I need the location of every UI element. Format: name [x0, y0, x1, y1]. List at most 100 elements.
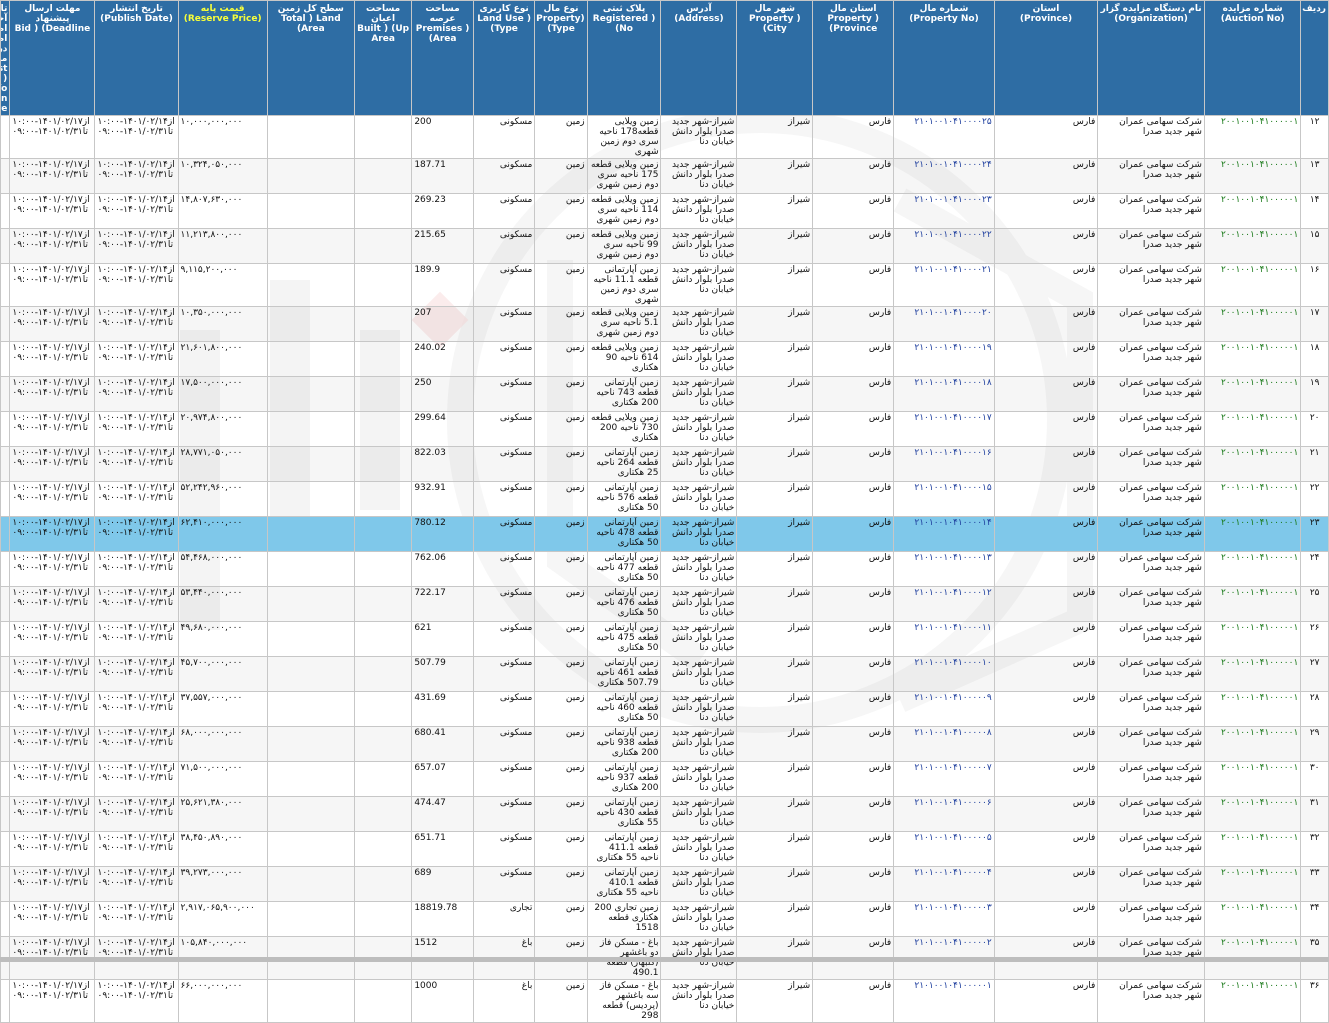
cell-property-no[interactable]: ۲۱۰۱۰۰۱۰۴۱۰۰۰۰۱۴ — [893, 516, 995, 552]
column-header-premises-area[interactable]: مساحت عرصه Premises ) (Area — [411, 0, 474, 116]
column-header-property-province[interactable]: استان مال Property ) (Province — [812, 0, 895, 116]
cell-property-no[interactable]: ۲۱۰۱۰۰۱۰۴۱۰۰۰۰۱۵ — [893, 481, 995, 517]
cell-auction-no[interactable]: ۲۰۰۱۰۰۱۰۴۱۰۰۰۰۰۱ — [1203, 551, 1302, 587]
table-row[interactable]: ۲۶ ۲۰۰۱۰۰۱۰۴۱۰۰۰۰۰۱ شرکت سهامی عمران شهر ج… — [0, 621, 1329, 657]
cell-auction-no[interactable]: ۲۰۰۱۰۰۱۰۴۱۰۰۰۰۰۱ — [1203, 586, 1302, 622]
column-header-province[interactable]: استان (Province) — [993, 0, 1099, 116]
table-row[interactable]: ۱۸ ۲۰۰۱۰۰۱۰۴۱۰۰۰۰۰۱ شرکت سهامی عمران شهر ج… — [0, 341, 1329, 377]
cell-property-no[interactable]: ۲۱۰۱۰۰۱۰۴۱۰۰۰۰۲۰ — [893, 306, 995, 342]
table-row[interactable]: ۱۲ ۲۰۰۱۰۰۱۰۴۱۰۰۰۰۰۱ شرکت سهامی عمران شهر ج… — [0, 115, 1329, 159]
cell-auction-no[interactable]: ۲۰۰۱۰۰۱۰۴۱۰۰۰۰۰۱ — [1203, 263, 1302, 307]
cell-property-no[interactable]: ۲۱۰۱۰۰۱۰۴۱۰۰۰۰۱۸ — [893, 376, 995, 412]
table-row[interactable]: ۲۳ ۲۰۰۱۰۰۱۰۴۱۰۰۰۰۰۱ شرکت سهامی عمران شهر ج… — [0, 516, 1329, 552]
cell-auction-no[interactable]: ۲۰۰۱۰۰۱۰۴۱۰۰۰۰۰۱ — [1203, 726, 1302, 762]
cell-province: فارس — [993, 796, 1099, 832]
cell-property-no[interactable]: ۲۱۰۱۰۰۱۰۴۱۰۰۰۰۰۳ — [893, 901, 995, 937]
table-row[interactable]: ۳۶ ۲۰۰۱۰۰۱۰۴۱۰۰۰۰۰۱ شرکت سهامی عمران شهر ج… — [0, 979, 1329, 1023]
cell-auction-no[interactable]: ۲۰۰۱۰۰۱۰۴۱۰۰۰۰۰۱ — [1203, 228, 1302, 264]
cell-property-no[interactable]: ۲۱۰۱۰۰۱۰۴۱۰۰۰۰۲۲ — [893, 228, 995, 264]
cell-auction-no[interactable]: ۲۰۰۱۰۰۱۰۴۱۰۰۰۰۰۱ — [1203, 341, 1302, 377]
table-row[interactable]: ۲۵ ۲۰۰۱۰۰۱۰۴۱۰۰۰۰۰۱ شرکت سهامی عمران شهر ج… — [0, 586, 1329, 622]
cell-property-no[interactable]: ۲۱۰۱۰۰۱۰۴۱۰۰۰۰۱۱ — [893, 621, 995, 657]
cell-premises-area: 200 — [411, 115, 474, 159]
table-row[interactable]: ۲۰ ۲۰۰۱۰۰۱۰۴۱۰۰۰۰۰۱ شرکت سهامی عمران شهر ج… — [0, 411, 1329, 447]
horizontal-scrollbar[interactable] — [0, 957, 1329, 962]
cell-property-no[interactable]: ۲۱۰۱۰۰۱۰۴۱۰۰۰۰۲۴ — [893, 158, 995, 194]
column-header-auction-no[interactable]: شماره مزایده (Auction No) — [1203, 0, 1302, 116]
table-row[interactable]: ۲۲ ۲۰۰۱۰۰۱۰۴۱۰۰۰۰۰۱ شرکت سهامی عمران شهر ج… — [0, 481, 1329, 517]
cell-auction-no[interactable]: ۲۰۰۱۰۰۱۰۴۱۰۰۰۰۰۱ — [1203, 516, 1302, 552]
column-header-property-city[interactable]: شهر مال Property ) (City — [736, 0, 814, 116]
column-header-last-modification-date[interactable]: تاریخ آخرین اصلاحات اطلاعات در مزایدهLas… — [0, 0, 11, 116]
cell-auction-no[interactable]: ۲۰۰۱۰۰۱۰۴۱۰۰۰۰۰۱ — [1203, 796, 1302, 832]
column-header-reserve-price[interactable]: قیمت پایه (Reserve Price) — [177, 0, 268, 116]
column-header-bid-deadline[interactable]: مهلت ارسال پیشنهاد Bid ) (Deadline — [9, 0, 96, 116]
column-header-property-no[interactable]: شماره مال (Property No) — [893, 0, 995, 116]
table-row[interactable]: ۱۴ ۲۰۰۱۰۰۱۰۴۱۰۰۰۰۰۱ شرکت سهامی عمران شهر ج… — [0, 193, 1329, 229]
cell-auction-no[interactable]: ۲۰۰۱۰۰۱۰۴۱۰۰۰۰۰۱ — [1203, 376, 1302, 412]
cell-land-use-type: مسکونی — [472, 551, 536, 587]
cell-property-type: زمین — [534, 158, 588, 194]
cell-auction-no[interactable]: ۲۰۰۱۰۰۱۰۴۱۰۰۰۰۰۱ — [1203, 306, 1302, 342]
table-row[interactable]: ۳۳ ۲۰۰۱۰۰۱۰۴۱۰۰۰۰۰۱ شرکت سهامی عمران شهر ج… — [0, 866, 1329, 902]
cell-property-no[interactable]: ۲۱۰۱۰۰۱۰۴۱۰۰۰۰۲۵ — [893, 115, 995, 159]
table-row[interactable]: ۱۵ ۲۰۰۱۰۰۱۰۴۱۰۰۰۰۰۱ شرکت سهامی عمران شهر ج… — [0, 228, 1329, 264]
table-row[interactable]: ۳۲ ۲۰۰۱۰۰۱۰۴۱۰۰۰۰۰۱ شرکت سهامی عمران شهر ج… — [0, 831, 1329, 867]
cell-property-no[interactable]: ۲۱۰۱۰۰۱۰۴۱۰۰۰۰۰۵ — [893, 831, 995, 867]
cell-property-no[interactable]: ۲۱۰۱۰۰۱۰۴۱۰۰۰۰۲۳ — [893, 193, 995, 229]
cell-auction-no[interactable]: ۲۰۰۱۰۰۱۰۴۱۰۰۰۰۰۱ — [1203, 115, 1302, 159]
table-row[interactable]: ۱۶ ۲۰۰۱۰۰۱۰۴۱۰۰۰۰۰۱ شرکت سهامی عمران شهر ج… — [0, 263, 1329, 307]
cell-auction-no[interactable]: ۲۰۰۱۰۰۱۰۴۱۰۰۰۰۰۱ — [1203, 979, 1302, 1023]
column-header-label-fa: نام دستگاه مزایده گزار — [1100, 4, 1202, 14]
table-row[interactable]: ۱۳ ۲۰۰۱۰۰۱۰۴۱۰۰۰۰۰۱ شرکت سهامی عمران شهر ج… — [0, 158, 1329, 194]
cell-auction-no[interactable]: ۲۰۰۱۰۰۱۰۴۱۰۰۰۰۰۱ — [1203, 901, 1302, 937]
cell-auction-no[interactable]: ۲۰۰۱۰۰۱۰۴۱۰۰۰۰۰۱ — [1203, 761, 1302, 797]
table-row[interactable]: ۱۷ ۲۰۰۱۰۰۱۰۴۱۰۰۰۰۰۱ شرکت سهامی عمران شهر ج… — [0, 306, 1329, 342]
table-row[interactable]: ۲۱ ۲۰۰۱۰۰۱۰۴۱۰۰۰۰۰۱ شرکت سهامی عمران شهر ج… — [0, 446, 1329, 482]
cell-province: فارس — [993, 831, 1099, 867]
table-row[interactable]: ۳۴ ۲۰۰۱۰۰۱۰۴۱۰۰۰۰۰۱ شرکت سهامی عمران شهر ج… — [0, 901, 1329, 937]
column-header-total-land-area[interactable]: سطح کل زمین Total ) Land (Area — [266, 0, 355, 116]
cell-property-no[interactable]: ۲۱۰۱۰۰۱۰۴۱۰۰۰۰۱۰ — [893, 656, 995, 692]
column-header-publish-date[interactable]: تاریخ انتشار (Publish Date) — [94, 0, 179, 116]
cell-auction-no[interactable]: ۲۰۰۱۰۰۱۰۴۱۰۰۰۰۰۱ — [1203, 866, 1302, 902]
cell-auction-no[interactable]: ۲۰۰۱۰۰۱۰۴۱۰۰۰۰۰۱ — [1203, 193, 1302, 229]
table-row[interactable]: ۲۹ ۲۰۰۱۰۰۱۰۴۱۰۰۰۰۰۱ شرکت سهامی عمران شهر ج… — [0, 726, 1329, 762]
cell-property-no[interactable]: ۲۱۰۱۰۰۱۰۴۱۰۰۰۰۱۲ — [893, 586, 995, 622]
column-header-land-use-type[interactable]: نوع کاربری Land Use ) (Type — [472, 0, 536, 116]
table-row[interactable]: ۲۸ ۲۰۰۱۰۰۱۰۴۱۰۰۰۰۰۱ شرکت سهامی عمران شهر ج… — [0, 691, 1329, 727]
table-row[interactable]: ۳۰ ۲۰۰۱۰۰۱۰۴۱۰۰۰۰۰۱ شرکت سهامی عمران شهر ج… — [0, 761, 1329, 797]
cell-property-no[interactable]: ۲۱۰۱۰۰۱۰۴۱۰۰۰۰۰۸ — [893, 726, 995, 762]
cell-auction-no[interactable]: ۲۰۰۱۰۰۱۰۴۱۰۰۰۰۰۱ — [1203, 691, 1302, 727]
cell-auction-no[interactable]: ۲۰۰۱۰۰۱۰۴۱۰۰۰۰۰۱ — [1203, 411, 1302, 447]
cell-property-no[interactable]: ۲۱۰۱۰۰۱۰۴۱۰۰۰۰۱۹ — [893, 341, 995, 377]
cell-property-no[interactable]: ۲۱۰۱۰۰۱۰۴۱۰۰۰۰۱۳ — [893, 551, 995, 587]
cell-property-no[interactable]: ۲۱۰۱۰۰۱۰۴۱۰۰۰۰۰۶ — [893, 796, 995, 832]
column-header-organization[interactable]: نام دستگاه مزایده گزار (Organization) — [1097, 0, 1205, 116]
cell-property-no[interactable]: ۲۱۰۱۰۰۱۰۴۱۰۰۰۰۰۷ — [893, 761, 995, 797]
cell-property-no[interactable]: ۲۱۰۱۰۰۱۰۴۱۰۰۰۰۱۶ — [893, 446, 995, 482]
cell-property-no[interactable]: ۲۱۰۱۰۰۱۰۴۱۰۰۰۰۲۱ — [893, 263, 995, 307]
cell-property-type: زمین — [534, 516, 588, 552]
column-header-address[interactable]: آدرس (Address) — [660, 0, 738, 116]
cell-property-no[interactable]: ۲۱۰۱۰۰۱۰۴۱۰۰۰۰۰۴ — [893, 866, 995, 902]
column-header-property-type[interactable]: نوع مال Property) (Type — [534, 0, 588, 116]
column-header-row-index[interactable]: ردیف — [1300, 0, 1329, 116]
cell-property-no[interactable]: ۲۱۰۱۰۰۱۰۴۱۰۰۰۰۱۷ — [893, 411, 995, 447]
table-row[interactable]: ۳۱ ۲۰۰۱۰۰۱۰۴۱۰۰۰۰۰۱ شرکت سهامی عمران شهر ج… — [0, 796, 1329, 832]
cell-property-no[interactable]: ۲۱۰۱۰۰۱۰۴۱۰۰۰۰۰۱ — [893, 979, 995, 1023]
table-row[interactable]: ۱۹ ۲۰۰۱۰۰۱۰۴۱۰۰۰۰۰۱ شرکت سهامی عمران شهر ج… — [0, 376, 1329, 412]
table-row[interactable]: ۲۷ ۲۰۰۱۰۰۱۰۴۱۰۰۰۰۰۱ شرکت سهامی عمران شهر ج… — [0, 656, 1329, 692]
cell-auction-no[interactable]: ۲۰۰۱۰۰۱۰۴۱۰۰۰۰۰۱ — [1203, 158, 1302, 194]
cell-registered-no: زمین تجاری 200 هکتاری قطعه 1518 — [586, 901, 662, 937]
cell-registered-no: زمین ویلایی قطعه 730 ناحیه 200 هکتاری — [586, 411, 662, 447]
cell-auction-no[interactable]: ۲۰۰۱۰۰۱۰۴۱۰۰۰۰۰۱ — [1203, 656, 1302, 692]
cell-auction-no[interactable]: ۲۰۰۱۰۰۱۰۴۱۰۰۰۰۰۱ — [1203, 481, 1302, 517]
cell-auction-no[interactable]: ۲۰۰۱۰۰۱۰۴۱۰۰۰۰۰۱ — [1203, 621, 1302, 657]
table-row[interactable]: ۲۴ ۲۰۰۱۰۰۱۰۴۱۰۰۰۰۰۱ شرکت سهامی عمران شهر ج… — [0, 551, 1329, 587]
column-header-registered-no[interactable]: پلاک ثبتی Registered ) (No — [586, 0, 662, 116]
column-header-built-up-area[interactable]: مساحت اعیان Built ) (Up Area — [353, 0, 413, 116]
cell-auction-no[interactable]: ۲۰۰۱۰۰۱۰۴۱۰۰۰۰۰۱ — [1203, 446, 1302, 482]
cell-property-no[interactable]: ۲۱۰۱۰۰۱۰۴۱۰۰۰۰۰۹ — [893, 691, 995, 727]
cell-auction-no[interactable]: ۲۰۰۱۰۰۱۰۴۱۰۰۰۰۰۱ — [1203, 831, 1302, 867]
